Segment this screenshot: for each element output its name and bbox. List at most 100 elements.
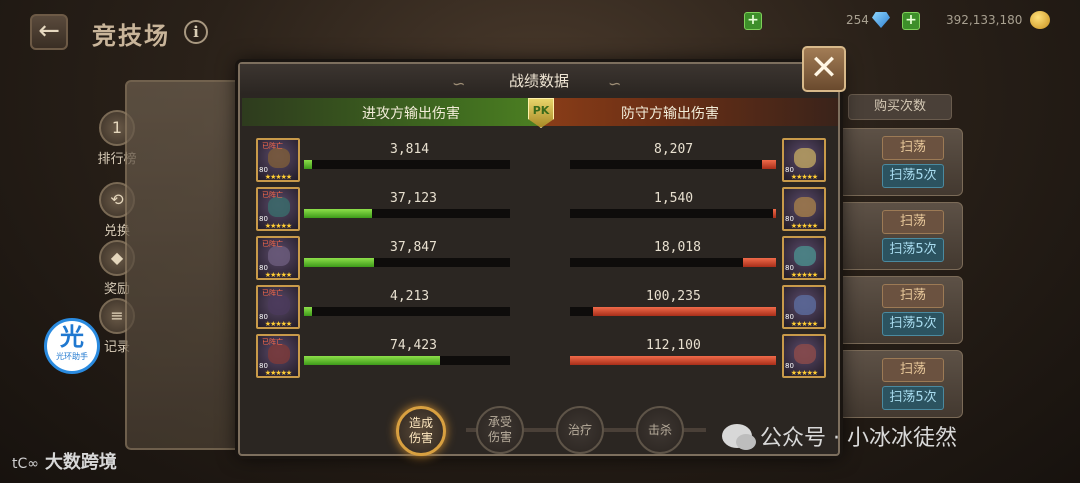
defender-damage-bar <box>773 209 776 218</box>
stats-tab-label: 造成伤害 <box>408 416 433 445</box>
defender-hero-avatar[interactable]: 80 ★★★★★ <box>782 187 826 231</box>
sweep-button[interactable]: 扫荡 <box>882 136 944 160</box>
watermark-right: 公众号 · 小冰冰徒然 <box>722 420 957 452</box>
modal-title: 战绩数据 <box>508 72 569 90</box>
star-rating-icon: ★★★★★ <box>790 173 818 181</box>
attacker-hero-avatar[interactable]: 已阵亡 80 ★★★★★ <box>256 187 300 231</box>
defender-header: 防守方输出伤害 <box>541 98 838 126</box>
damage-row: 已阵亡 80 ★★★★★ 4,213 100,235 80 ★★★★★ <box>240 285 838 333</box>
hero-portrait <box>268 246 290 266</box>
attacker-damage-value: 4,213 <box>390 289 430 304</box>
attacker-damage-bar <box>304 356 440 365</box>
defender-label: 防守方输出伤害 <box>621 106 719 122</box>
add-gems-button[interactable]: + <box>744 12 762 30</box>
attacker-damage-track <box>304 209 510 218</box>
star-rating-icon: ★★★★★ <box>264 222 292 230</box>
stats-tab[interactable]: 击杀 <box>636 406 684 454</box>
damage-row: 已阵亡 80 ★★★★★ 37,123 1,540 80 ★★★★★ <box>240 187 838 235</box>
attacker-label: 进攻方输出伤害 <box>362 106 460 122</box>
coin-icon <box>1030 11 1050 29</box>
attacker-damage-bar <box>304 209 372 218</box>
defender-damage-value: 18,018 <box>654 240 701 255</box>
sweep-button[interactable]: 扫荡 <box>882 284 944 308</box>
dead-label: 已阵亡 <box>262 142 283 150</box>
hero-portrait <box>794 246 816 266</box>
sweep-5-button[interactable]: 扫荡5次 <box>882 386 944 410</box>
page-title: 竞技场 <box>92 22 170 50</box>
modal-header: ∽ 战绩数据 ∽ <box>240 64 838 94</box>
hero-portrait <box>268 197 290 217</box>
back-arrow-icon: ← <box>38 16 60 46</box>
coin-count: 392,133,180 <box>946 13 1023 27</box>
defender-damage-track <box>570 356 776 365</box>
attacker-damage-bar <box>304 160 312 169</box>
defender-damage-track <box>570 258 776 267</box>
close-icon: ✕ <box>809 48 839 88</box>
sweep-5-button[interactable]: 扫荡5次 <box>882 238 944 262</box>
damage-row: 已阵亡 80 ★★★★★ 74,423 112,100 80 ★★★★★ <box>240 334 838 382</box>
hero-portrait <box>268 344 290 364</box>
defender-damage-value: 1,540 <box>654 191 694 206</box>
add-coins-button[interactable]: + <box>902 12 920 30</box>
star-rating-icon: ★★★★★ <box>790 271 818 279</box>
attacker-damage-value: 3,814 <box>390 142 430 157</box>
star-rating-icon: ★★★★★ <box>264 271 292 279</box>
assistant-logo: 光 <box>60 323 84 351</box>
defender-hero-avatar[interactable]: 80 ★★★★★ <box>782 334 826 378</box>
player-info-panel <box>125 80 243 450</box>
back-button[interactable]: ← <box>30 14 68 50</box>
sweep-5-button[interactable]: 扫荡5次 <box>882 312 944 336</box>
defender-damage-bar <box>570 356 776 365</box>
gem-count: 254 <box>846 13 869 27</box>
attacker-hero-avatar[interactable]: 已阵亡 80 ★★★★★ <box>256 285 300 329</box>
attacker-hero-avatar[interactable]: 已阵亡 80 ★★★★★ <box>256 334 300 378</box>
attacker-damage-track <box>304 258 510 267</box>
watermark-logo: tC∞ <box>12 456 39 472</box>
defender-damage-value: 112,100 <box>646 338 701 353</box>
defender-damage-bar <box>762 160 776 169</box>
info-icon[interactable]: i <box>184 20 208 44</box>
dead-label: 已阵亡 <box>262 240 283 248</box>
star-rating-icon: ★★★★★ <box>790 320 818 328</box>
attacker-damage-value: 74,423 <box>390 338 437 353</box>
watermark-right-text: 公众号 · 小冰冰徒然 <box>760 426 957 451</box>
attacker-hero-avatar[interactable]: 已阵亡 80 ★★★★★ <box>256 236 300 280</box>
attacker-damage-track <box>304 160 510 169</box>
stats-tab[interactable]: 造成伤害 <box>396 406 446 456</box>
hero-portrait <box>794 295 816 315</box>
star-rating-icon: ★★★★★ <box>264 173 292 181</box>
star-rating-icon: ★★★★★ <box>790 222 818 230</box>
hero-portrait <box>794 344 816 364</box>
stats-tab[interactable]: 承受伤害 <box>476 406 524 454</box>
watermark-left: tC∞ 大数跨境 <box>12 448 117 474</box>
hero-portrait <box>268 148 290 168</box>
attacker-damage-bar <box>304 307 312 316</box>
hero-portrait <box>794 197 816 217</box>
defender-hero-avatar[interactable]: 80 ★★★★★ <box>782 236 826 280</box>
attacker-hero-avatar[interactable]: 已阵亡 80 ★★★★★ <box>256 138 300 182</box>
defender-hero-avatar[interactable]: 80 ★★★★★ <box>782 138 826 182</box>
defender-hero-avatar[interactable]: 80 ★★★★★ <box>782 285 826 329</box>
stats-tab-label: 承受伤害 <box>487 415 512 444</box>
defender-damage-value: 8,207 <box>654 142 694 157</box>
attacker-damage-track <box>304 356 510 365</box>
close-button[interactable]: ✕ <box>802 46 846 92</box>
wechat-icon <box>722 424 756 450</box>
sweep-5-button[interactable]: 扫荡5次 <box>882 164 944 188</box>
dead-label: 已阵亡 <box>262 338 283 346</box>
attacker-damage-track <box>304 307 510 316</box>
battle-stats-modal: ∽ 战绩数据 ∽ 进攻方输出伤害 防守方输出伤害 PK 已阵亡 80 ★★★★★ 3,… <box>238 62 840 456</box>
defender-damage-bar <box>743 258 776 267</box>
attacker-damage-bar <box>304 258 374 267</box>
stats-tab[interactable]: 治疗 <box>556 406 604 454</box>
defender-damage-track <box>570 307 776 316</box>
hero-portrait <box>268 295 290 315</box>
buy-attempts-button[interactable]: 购买次数 <box>848 94 952 120</box>
star-rating-icon: ★★★★★ <box>264 320 292 328</box>
sweep-button[interactable]: 扫荡 <box>882 210 944 234</box>
stats-tab-label: 治疗 <box>567 422 592 437</box>
assistant-floating-button[interactable]: 光 光环助手 <box>44 318 100 374</box>
hero-portrait <box>794 148 816 168</box>
sweep-button[interactable]: 扫荡 <box>882 358 944 382</box>
defender-damage-track <box>570 160 776 169</box>
